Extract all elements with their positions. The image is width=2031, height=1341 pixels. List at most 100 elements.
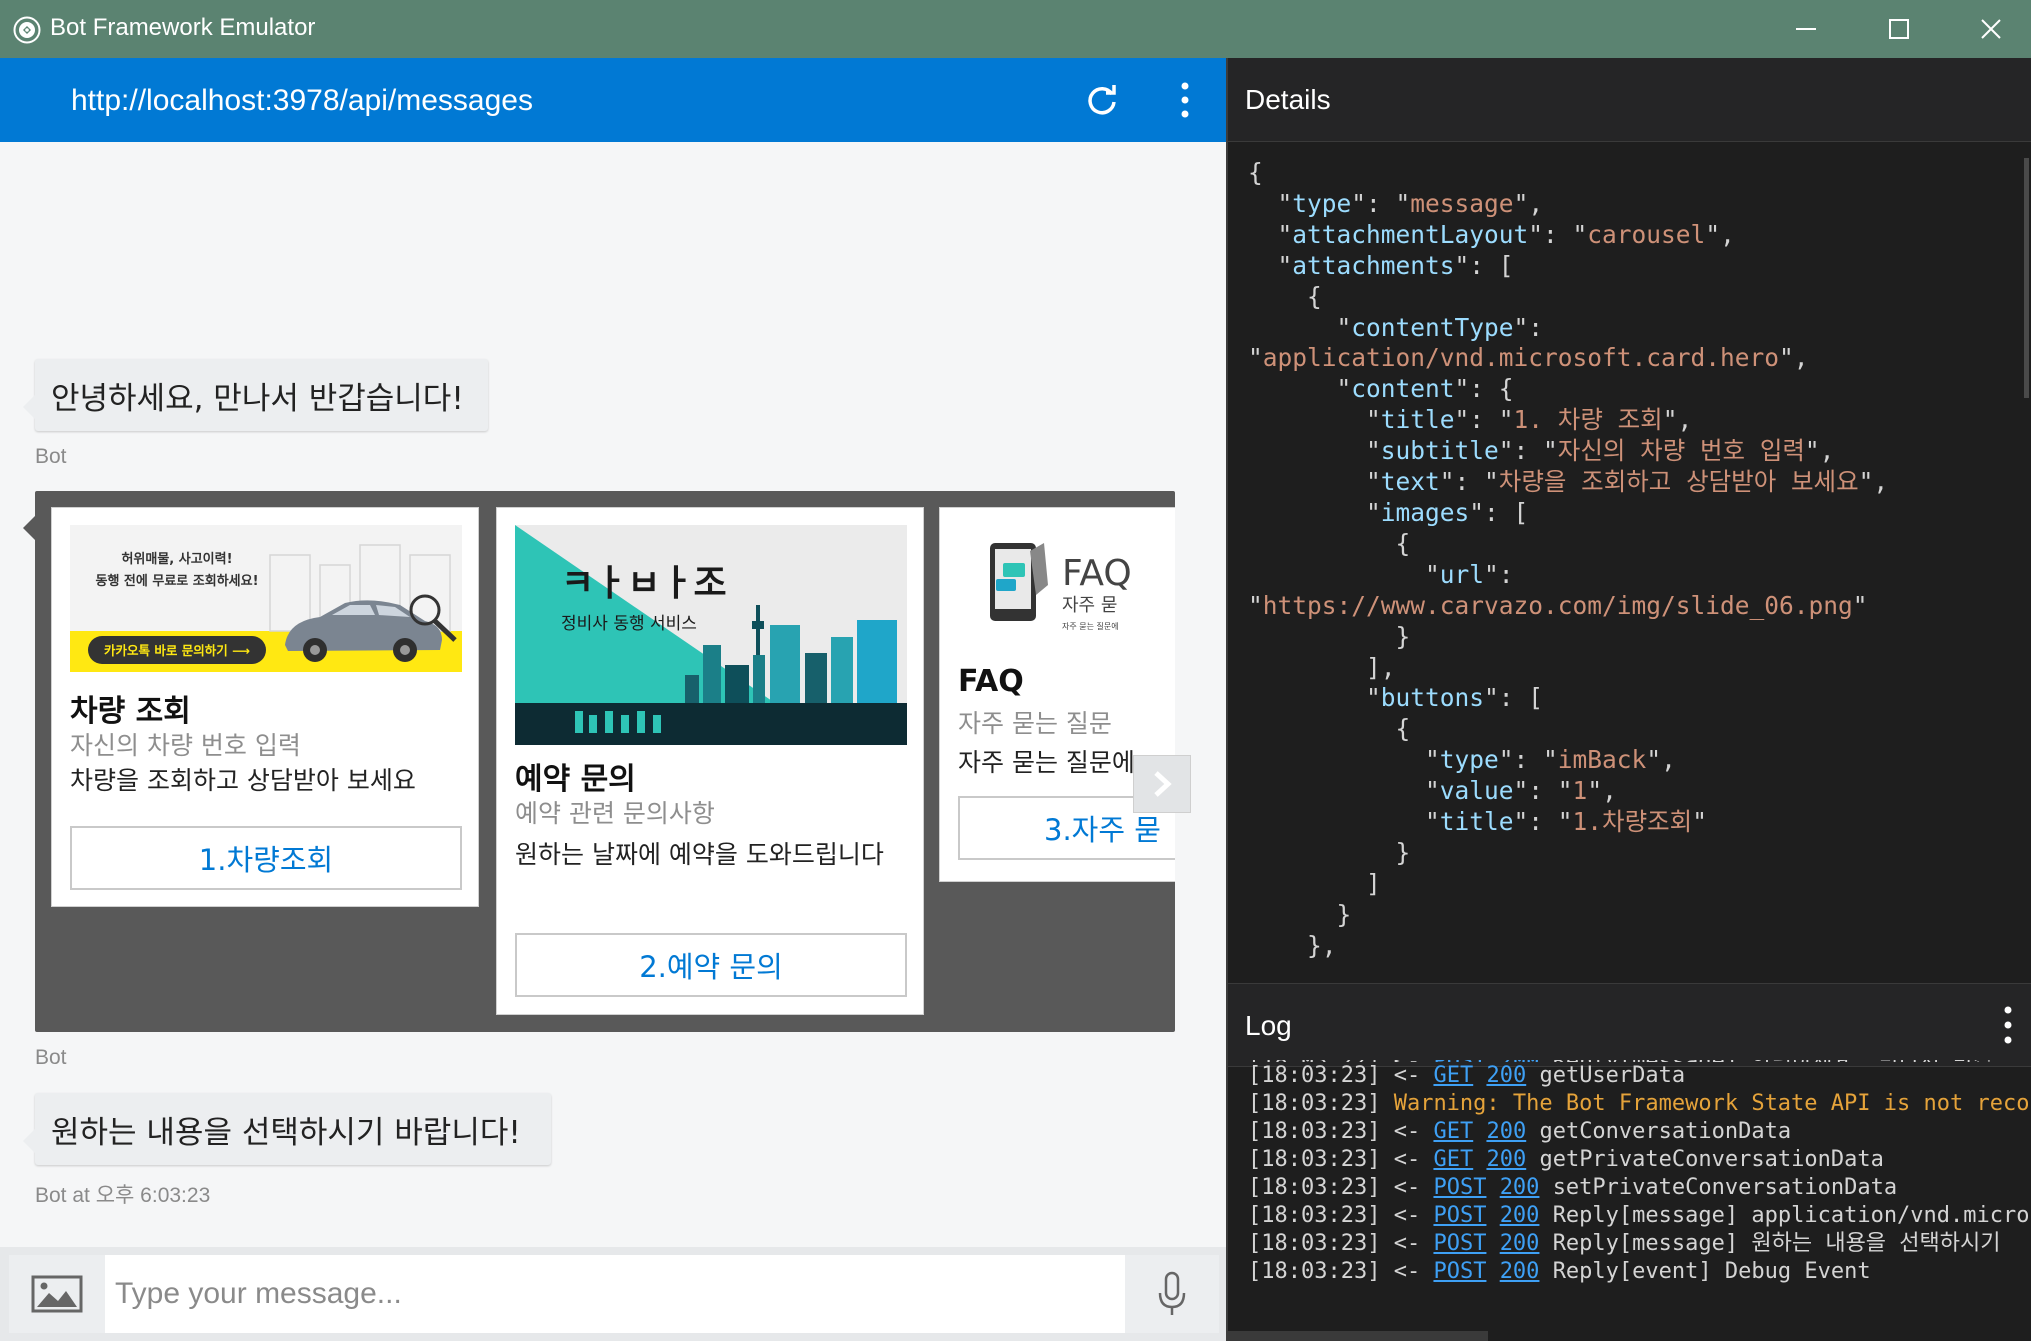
log-message: Reply[event] Debug Event [1552,1259,1871,1284]
message-sender: Bot [35,1046,67,1069]
input-container [9,1255,1219,1333]
message-sender: Bot [35,445,67,468]
card-subtitle: 자신의 차량 번호 입력 [70,731,301,760]
faq-banner-heading: FAQ [1062,553,1132,594]
log-line: [18:03:23] <- GET 200 getUserData [1248,1062,2031,1090]
banner-cta-text: 카카오톡 바로 문의하기 ⟶ [104,643,250,658]
carousel-next-button[interactable] [1133,755,1191,813]
refresh-icon[interactable] [1082,80,1122,120]
minimize-icon [1796,28,1816,30]
log-message: Reply[message] application/vnd.micro [1552,1203,2030,1228]
log-timestamp: [18:03:23] [1248,1231,1381,1256]
vehicle-lookup-banner: 카카오톡 바로 문의하기 ⟶ 허위매물, 사고이력! 동행 전에 무료로 조회하… [70,525,462,672]
kebab-menu-icon[interactable] [1170,78,1200,122]
microphone-icon [1158,1271,1186,1315]
chat-header: http://localhost:3978/api/messages [0,58,1228,142]
card-image-faq[interactable]: FAQ 자주 묻 자주 묻는 질문에 [958,525,1175,650]
log-line: [18:03:23] <- GET 200 getPrivateConversa… [1248,1146,2031,1174]
card-text: 원하는 날짜에 예약을 도와드립니다 [515,840,884,869]
close-icon [1981,19,2001,39]
endpoint-url[interactable]: http://localhost:3978/api/messages [71,84,533,118]
log-direction: <- [1393,1147,1421,1172]
card-title: FAQ [958,664,1024,699]
log-method-link[interactable]: POST [1433,1203,1486,1228]
log-line: [18:03:23] <- POST 200 Reply[event] Debu… [1248,1258,2031,1286]
log-status-link[interactable]: 200 [1486,1147,1526,1172]
log-message: getConversationData [1539,1119,1792,1144]
log-view[interactable]: [18:03:22] <- POST 200 Reply[message] 안녕… [1248,1060,2031,1322]
log-status-link[interactable]: 200 [1486,1063,1526,1088]
log-direction: <- [1393,1203,1421,1228]
log-timestamp: [18:03:23] [1248,1063,1381,1088]
details-json-view[interactable]: { "type": "message", "attachmentLayout":… [1248,158,2018,970]
log-status-link[interactable]: 200 [1500,1231,1540,1256]
banner-line-1: 허위매물, 사고이력! [121,551,232,567]
minimize-button[interactable] [1760,0,1852,58]
card-image-reservation[interactable]: ㅋㅏㅂㅏ조 정비사 동행 서비스 [515,525,907,745]
banner-tagline: 정비사 동행 서비스 [561,614,697,634]
message-sender-timestamp: Bot at 오후 6:03:23 [35,1184,211,1207]
log-warning: Warning: The Bot Framework State API is … [1393,1091,2030,1116]
log-line: [18:03:23] <- POST 200 Reply[message] 원하… [1248,1230,2031,1258]
chat-transcript: 안녕하세요, 만나서 반갑습니다! Bot 카카오톡 바로 문의하기 ⟶ 허위매… [0,142,1228,1247]
log-message: setPrivateConversationData [1552,1175,1898,1200]
faq-banner: FAQ 자주 묻 자주 묻는 질문에 [958,525,1175,650]
banner-line-2: 동행 전에 무료로 조회하세요! [95,573,258,589]
log-status-link[interactable]: 200 [1500,1203,1540,1228]
card-title: 예약 문의 [515,762,636,797]
card-title: 차량 조회 [70,694,191,729]
hero-card-reservation: ㅋㅏㅂㅏ조 정비사 동행 서비스 예약 문의 예약 관련 문의사항 원하는 날짜… [496,507,924,1015]
message-text: 안녕하세요, 만나서 반갑습니다! [51,380,464,417]
details-scrollbar[interactable] [2024,158,2029,398]
carousel-pointer [23,516,35,540]
bot-emulator-logo-icon [13,16,41,44]
log-timestamp: [18:03:23] [1248,1147,1381,1172]
card-subtitle: 자주 묻는 질문 [958,709,1112,738]
image-icon [31,1275,83,1313]
title-bar: Bot Framework Emulator [0,0,2031,58]
log-status-link[interactable]: 200 [1500,1175,1540,1200]
log-direction: <- [1393,1231,1421,1256]
banner-logo: ㅋㅏㅂㅏ조 [561,563,727,604]
message-input[interactable] [105,1255,1125,1333]
log-timestamp: [18:03:23] [1248,1119,1381,1144]
details-title: Details [1245,84,1331,115]
log-method-link[interactable]: POST [1433,1175,1486,1200]
chevron-right-icon [1154,771,1172,797]
reservation-banner: ㅋㅏㅂㅏ조 정비사 동행 서비스 [515,525,907,745]
log-message: getUserData [1539,1063,1686,1088]
log-direction: <- [1393,1063,1421,1088]
log-line: [18:03:23] Warning: The Bot Framework St… [1248,1090,2031,1118]
card-subtitle: 예약 관련 문의사항 [515,799,715,828]
log-status-link[interactable]: 200 [1486,1119,1526,1144]
card-button-vehicle-lookup[interactable]: 1.차량조회 [70,826,462,890]
log-method-link[interactable]: GET [1433,1119,1473,1144]
log-status-link[interactable]: 200 [1500,1259,1540,1284]
log-timestamp: [18:03:23] [1248,1259,1381,1284]
log-timestamp: [18:03:23] [1248,1091,1381,1116]
log-header: Log [1228,983,2031,1067]
maximize-button[interactable] [1853,0,1945,58]
log-method-link[interactable]: GET [1433,1147,1473,1172]
log-method-link[interactable]: POST [1433,1259,1486,1284]
log-method-link[interactable]: POST [1433,1231,1486,1256]
card-image-vehicle-lookup[interactable]: 카카오톡 바로 문의하기 ⟶ 허위매물, 사고이력! 동행 전에 무료로 조회하… [70,525,462,672]
bot-message-prompt: 원하는 내용을 선택하시기 바랍니다! [23,1093,551,1165]
card-button-reservation[interactable]: 2.예약 문의 [515,933,907,997]
log-line: [18:03:23] <- POST 200 setPrivateConvers… [1248,1174,2031,1202]
card-text: 자주 묻는 질문에 [958,748,1135,777]
log-title: Log [1245,1010,1292,1041]
attach-image-button[interactable] [9,1255,105,1333]
close-button[interactable] [1945,0,2031,58]
log-kebab-menu-icon[interactable] [1998,1002,2018,1048]
log-lines: [18:03:22] <- POST 200 Reply[message] 안녕… [1248,1060,2031,1286]
log-line: [18:03:23] <- GET 200 getConversationDat… [1248,1118,2031,1146]
microphone-button[interactable] [1125,1255,1219,1333]
details-header: Details [1228,58,2031,142]
log-horizontal-scrollbar[interactable] [1228,1331,1488,1341]
window-title: Bot Framework Emulator [50,14,316,41]
log-timestamp: [18:03:23] [1248,1175,1381,1200]
message-input-bar [0,1247,1228,1341]
log-method-link[interactable]: GET [1433,1063,1473,1088]
message-text: 원하는 내용을 선택하시기 바랍니다! [51,1114,521,1151]
